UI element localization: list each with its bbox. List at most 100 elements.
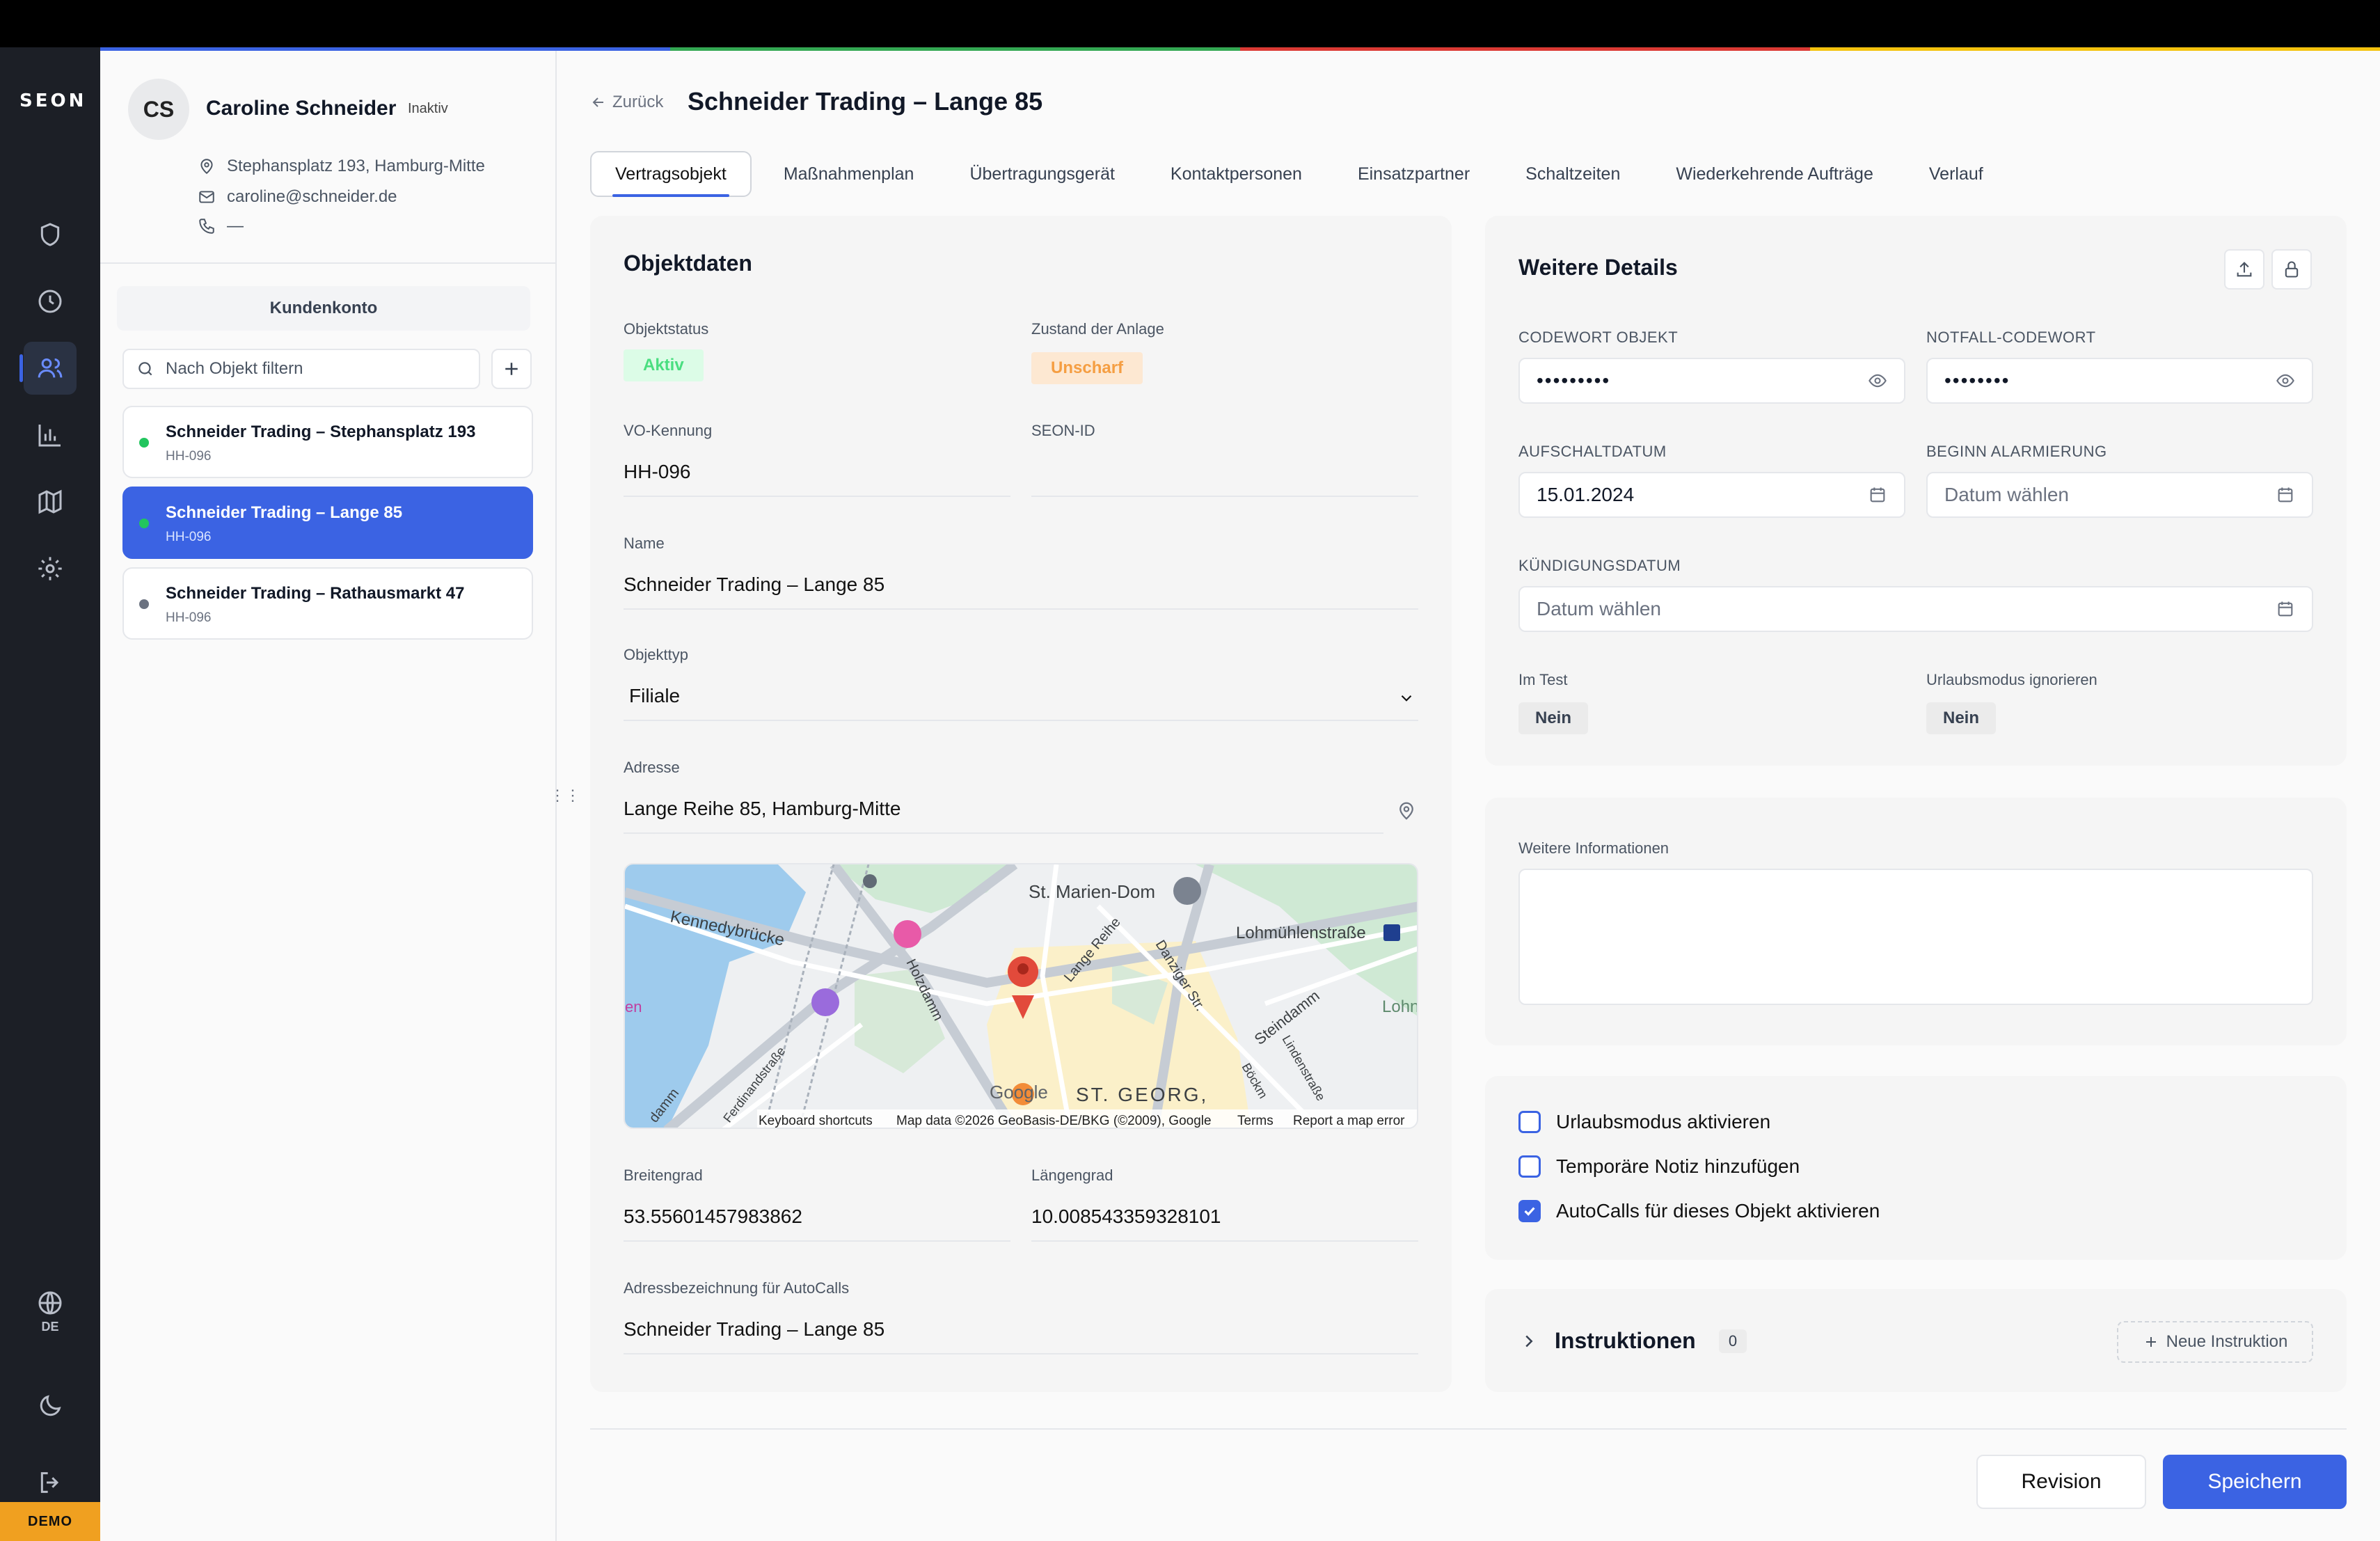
customer-status: Inaktiv [408, 101, 448, 116]
check-icon [1524, 1207, 1535, 1216]
status-dot [139, 438, 149, 448]
object-title: Schneider Trading – Rathausmarkt 47 [166, 584, 465, 603]
checkbox-label: Urlaubsmodus aktivieren [1556, 1111, 1771, 1132]
im-test-value: Nein [1518, 702, 1589, 734]
info-textarea[interactable] [1518, 869, 2313, 1005]
users-icon [38, 358, 63, 378]
account-button[interactable]: Kundenkonto [117, 286, 530, 331]
nav-rail: SEON DE DEMO [0, 47, 100, 1541]
object-code: HH-096 [166, 610, 212, 625]
lock-button[interactable] [2271, 249, 2312, 290]
checkbox-box[interactable] [1518, 1111, 1541, 1133]
object-list-item[interactable]: Schneider Trading – Rathausmarkt 47 HH-09… [122, 567, 533, 640]
nav-alarms[interactable] [24, 208, 77, 261]
back-link[interactable]: Zurück [590, 93, 663, 112]
objekttyp-value: Filiale [629, 685, 681, 706]
plus-icon [505, 363, 518, 375]
tab-bar: Vertragsobjekt Maßnahmenplan Übertragung… [590, 151, 2015, 197]
object-filter-input[interactable]: Nach Objekt filtern [122, 349, 480, 389]
avatar: CS [128, 79, 189, 140]
aufschaltdatum-input[interactable]: 15.01.2024 [1518, 472, 1905, 518]
urlaubsmodus-ignorieren-value: Nein [1926, 702, 1997, 734]
tab-uebertragungsgeraet[interactable]: Übertragungsgerät [946, 151, 1138, 197]
object-list-item[interactable]: Schneider Trading – Stephansplatz 193 HH-… [122, 406, 533, 478]
eye-icon[interactable] [2276, 371, 2295, 390]
map-label: Lohmühlenstraße [1236, 924, 1366, 942]
adresse-field[interactable]: Lange Reihe 85, Hamburg-Mitte [624, 798, 1383, 834]
kuendigung-placeholder: Datum wählen [1537, 598, 1661, 619]
language-switch[interactable] [24, 1282, 77, 1324]
object-list-item-selected[interactable]: Schneider Trading – Lange 85 HH-096 [122, 487, 533, 559]
map-keyboard-shortcuts[interactable]: Keyboard shortcuts [759, 1114, 873, 1128]
logout-button[interactable] [24, 1456, 77, 1509]
mail-icon [199, 191, 214, 203]
app-logo: SEON [19, 90, 87, 111]
zustand-badge: Unscharf [1031, 352, 1143, 384]
nav-reports[interactable] [24, 409, 77, 461]
nav-customers[interactable] [19, 342, 77, 395]
instructions-title[interactable]: Instruktionen [1555, 1328, 1696, 1354]
field-label: Adresse [624, 759, 680, 776]
tab-massnahmenplan[interactable]: Maßnahmenplan [760, 151, 938, 197]
map-label: St. Marien-Dom [1029, 881, 1155, 902]
status-dot [139, 599, 149, 609]
logout-icon [40, 1472, 59, 1493]
name-field[interactable]: Schneider Trading – Lange 85 [624, 574, 1418, 610]
map-report-link[interactable]: Report a map error [1293, 1114, 1405, 1128]
map-terms-link[interactable]: Terms [1237, 1114, 1274, 1128]
object-code: HH-096 [166, 449, 212, 464]
tab-wiederkehrende-auftraege[interactable]: Wiederkehrende Aufträge [1652, 151, 1897, 197]
longitude-field[interactable]: 10.008543359328101 [1031, 1206, 1418, 1242]
customer-email[interactable]: caroline@schneider.de [198, 187, 397, 207]
map-label: Lohn [1382, 997, 1418, 1016]
add-object-button[interactable] [491, 349, 532, 389]
export-button[interactable] [2224, 249, 2264, 290]
chevron-right-icon[interactable] [1518, 1331, 1539, 1352]
demo-badge: DEMO [0, 1502, 100, 1541]
address-text: Stephansplatz 193, Hamburg-Mitte [227, 157, 485, 175]
field-label: BEGINN ALARMIERUNG [1926, 443, 2107, 460]
vo-kennung-field[interactable]: HH-096 [624, 461, 1010, 497]
autocalls-checkbox[interactable]: AutoCalls für dieses Objekt aktivieren [1518, 1200, 1880, 1222]
customer-sidebar: CS Caroline Schneider Inaktiv Stephanspl… [100, 51, 557, 1541]
eye-icon[interactable] [1868, 371, 1887, 390]
location-map[interactable]: St. Marien-Dom Kennedybrücke Lohmühlenst… [624, 863, 1418, 1129]
kuendigungsdatum-input[interactable]: Datum wählen [1518, 586, 2313, 632]
tab-vertragsobjekt[interactable]: Vertragsobjekt [590, 151, 752, 197]
tab-einsatzpartner[interactable]: Einsatzpartner [1334, 151, 1493, 197]
field-label: CODEWORT OBJEKT [1518, 329, 1679, 346]
location-pin-icon [200, 159, 213, 175]
tab-schaltzeiten[interactable]: Schaltzeiten [1502, 151, 1644, 197]
field-label: SEON-ID [1031, 422, 1095, 439]
location-pin-icon[interactable] [1396, 800, 1417, 821]
checkbox-box[interactable] [1518, 1200, 1541, 1222]
field-label: Längengrad [1031, 1167, 1113, 1184]
search-icon [138, 362, 152, 376]
moon-icon [40, 1395, 61, 1416]
tab-verlauf[interactable]: Verlauf [1905, 151, 2007, 197]
customer-phone: — [198, 216, 244, 236]
latitude-field[interactable]: 53.55601457983862 [624, 1206, 1010, 1242]
revision-button[interactable]: Revision [1976, 1455, 2146, 1509]
nav-map[interactable] [24, 475, 77, 528]
notfall-codewort-input[interactable]: •••••••• [1926, 358, 2313, 404]
field-label: Zustand der Anlage [1031, 320, 1164, 338]
beginn-alarmierung-input[interactable]: Datum wählen [1926, 472, 2313, 518]
codewort-value: ••••••••• [1537, 370, 1611, 391]
temp-note-checkbox[interactable]: Temporäre Notiz hinzufügen [1518, 1155, 1800, 1178]
theme-toggle[interactable] [24, 1380, 77, 1432]
objekttyp-select[interactable]: Filiale [624, 685, 1418, 721]
codewort-input[interactable]: ••••••••• [1518, 358, 1905, 404]
autocall-address-field[interactable]: Schneider Trading – Lange 85 [624, 1318, 1418, 1354]
phone-text: — [227, 216, 244, 235]
globe-icon [38, 1291, 62, 1315]
nav-settings[interactable] [24, 542, 77, 595]
shield-icon [40, 223, 60, 246]
seon-id-field[interactable] [1031, 461, 1418, 497]
nav-history[interactable] [24, 275, 77, 328]
save-button[interactable]: Speichern [2163, 1455, 2347, 1509]
checkbox-box[interactable] [1518, 1155, 1541, 1178]
new-instruction-button[interactable]: Neue Instruktion [2117, 1321, 2313, 1363]
urlaubsmodus-checkbox[interactable]: Urlaubsmodus aktivieren [1518, 1111, 1770, 1133]
tab-kontaktpersonen[interactable]: Kontaktpersonen [1147, 151, 1326, 197]
